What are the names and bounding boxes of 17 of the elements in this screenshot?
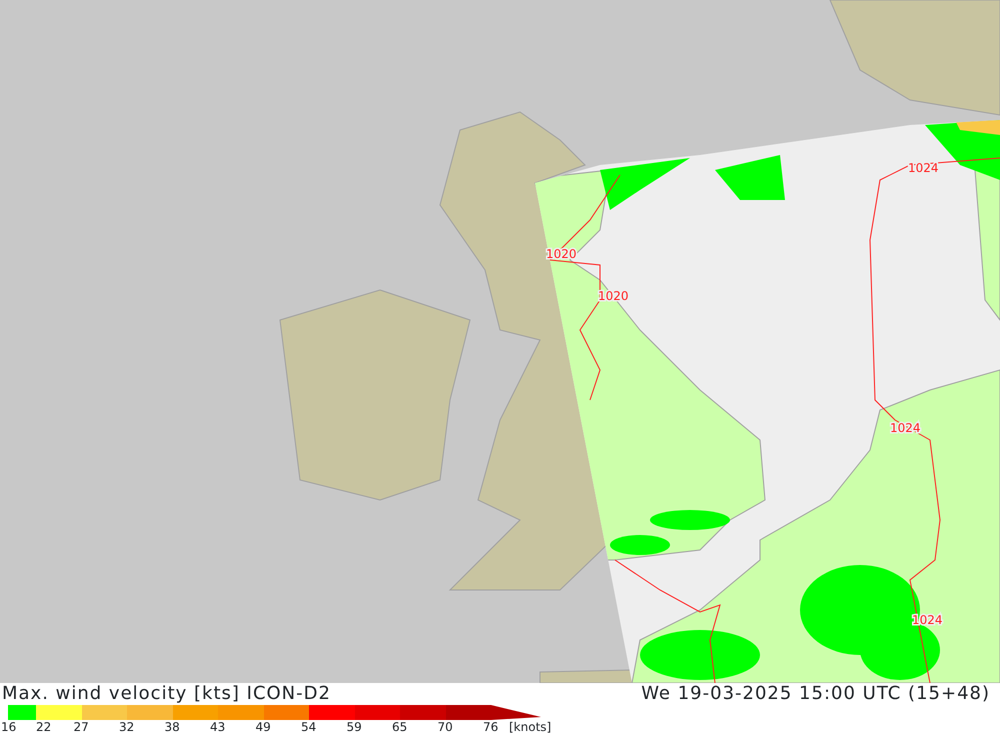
scale-arrow-icon bbox=[491, 705, 541, 720]
scale-tick-label: 27 bbox=[74, 720, 89, 733]
scale-tick-label: 38 bbox=[164, 720, 180, 733]
scale-tick-label: 65 bbox=[392, 720, 408, 733]
scale-tick-label: 59 bbox=[346, 720, 362, 733]
scale-tick-label: 54 bbox=[301, 720, 316, 733]
chart-title: Max. wind velocity [kts] ICON-D2 bbox=[2, 683, 331, 705]
valid-time: We 19-03-2025 15:00 UTC (15+48) bbox=[641, 683, 990, 705]
scale-tick-label: 32 bbox=[119, 720, 134, 733]
scale-tick-label: 76 bbox=[483, 720, 498, 733]
scale-tick-label: 16 bbox=[1, 720, 16, 733]
scale-tick-label: 49 bbox=[256, 720, 271, 733]
scale-tick-label: 43 bbox=[210, 720, 226, 733]
unit-label: [knots] bbox=[509, 720, 552, 733]
scale-tick-label: 22 bbox=[36, 720, 52, 733]
scale-tick-label: 70 bbox=[438, 720, 453, 733]
isobar-label: 1024 bbox=[908, 161, 939, 175]
